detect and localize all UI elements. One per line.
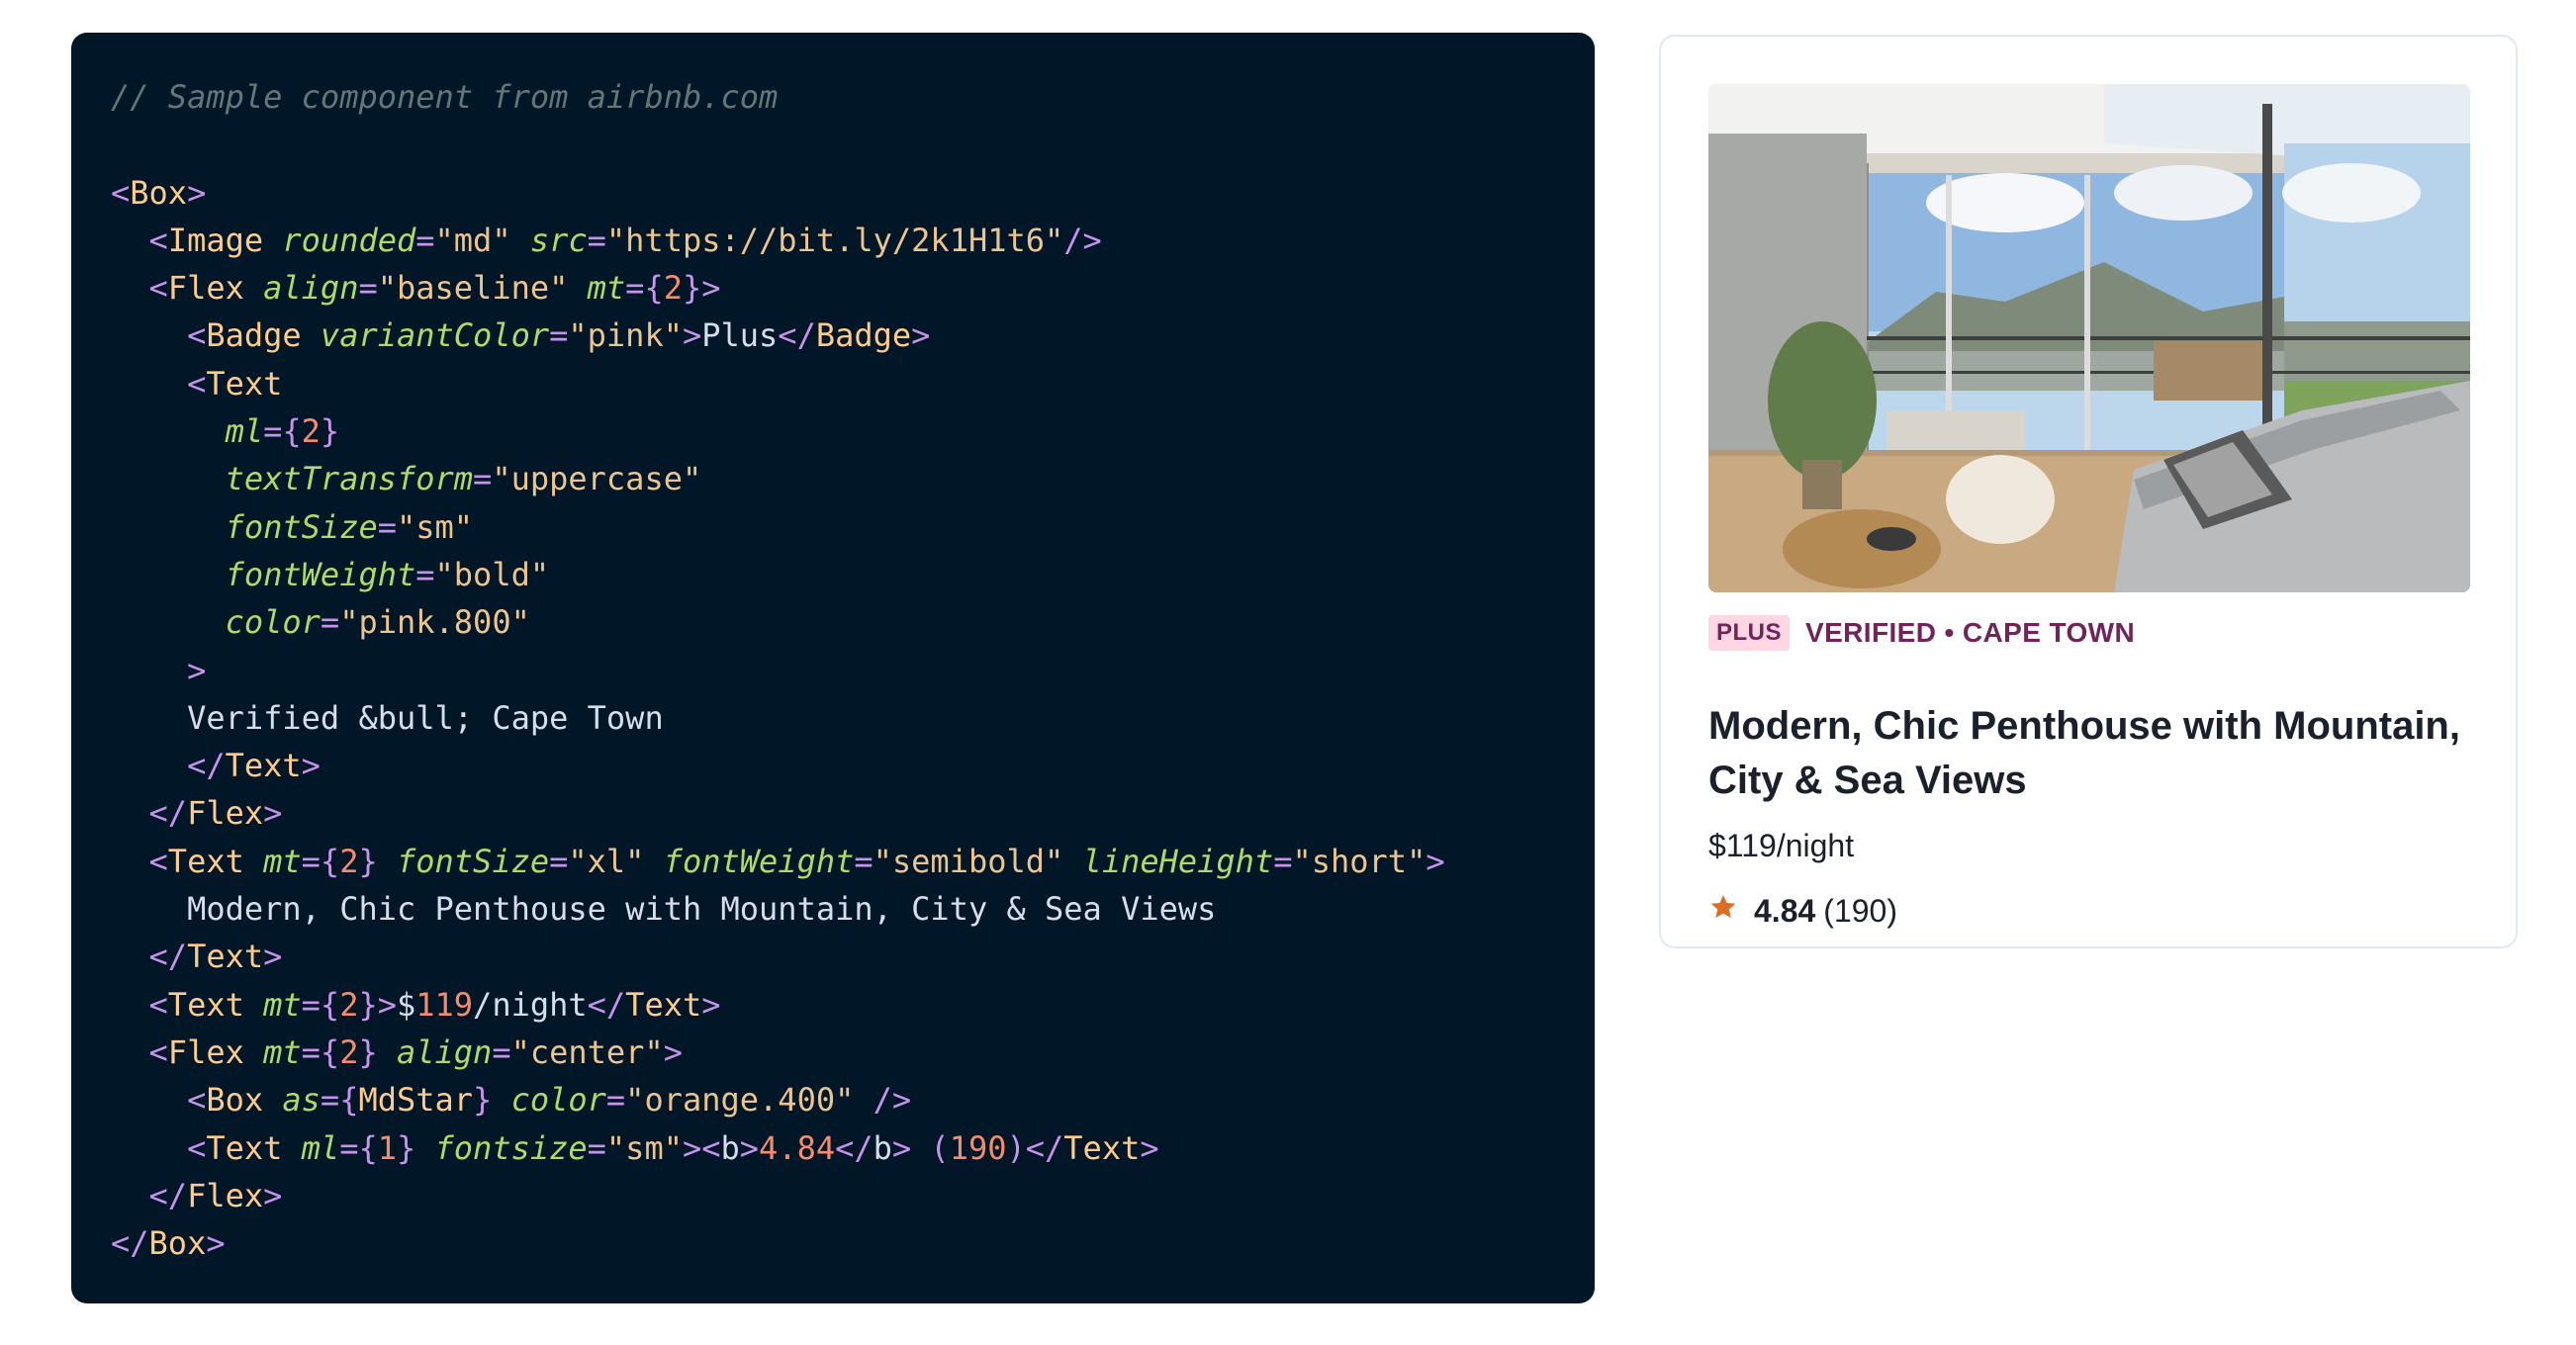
code-line: // Sample component from airbnb.com [111, 73, 1595, 121]
code-line: <Text mt={2}>$119/night</Text> [148, 985, 721, 1024]
code-line: Modern, Chic Penthouse with Mountain, Ci… [111, 885, 1595, 933]
code-line: <Flex mt={2} align="center"> [148, 1032, 683, 1071]
star-icon [1708, 892, 1754, 930]
code-image-src: "https://bit.ly/2k1H1t6" [605, 221, 1064, 259]
code-line: color="pink.800" [225, 603, 530, 642]
code-line: fontWeight="bold" [225, 555, 550, 593]
code-line: <Box> [111, 173, 207, 212]
code-line: fontSize="sm" [225, 507, 474, 546]
listing-rating: 4.84 (190) [1708, 892, 1897, 930]
plus-badge: PLUS [1708, 615, 1791, 651]
code-comment: // Sample component from airbnb.com [111, 78, 779, 116]
code-line: Verified &bull; Cape Town [111, 694, 1595, 742]
listing-title[interactable]: Modern, Chic Penthouse with Mountain, Ci… [1708, 699, 2480, 808]
code-line: <Text mt={2} fontSize="xl" fontWeight="s… [148, 842, 1445, 880]
review-count: (190) [1823, 892, 1897, 929]
code-panel: // Sample component from airbnb.com <Box… [71, 33, 1595, 1303]
rating-value: 4.84 [1754, 892, 1816, 929]
code-line: ml={2} [225, 412, 340, 451]
code-line: > [187, 651, 207, 689]
listing-meta: PLUS VERIFIED • CAPE TOWN [1708, 613, 2135, 653]
code-line: <Text [187, 364, 283, 403]
code-line: <Badge variantColor="pink">Plus</Badge> [187, 316, 931, 355]
code-line: <Flex align="baseline" mt={2}> [148, 269, 721, 308]
code-line: <Image rounded="md" src="https://bit.ly/… [148, 221, 1102, 259]
listing-card[interactable]: PLUS VERIFIED • CAPE TOWN Modern, Chic P… [1659, 35, 2518, 948]
code-text-title: Modern, Chic Penthouse with Mountain, Ci… [187, 890, 1217, 929]
listing-price: $119/night [1708, 828, 1855, 863]
code-line: </Text> [148, 938, 283, 976]
listing-photo [1708, 84, 2470, 592]
code-line: </Flex> [148, 794, 283, 833]
code-line: <Text ml={1} fontsize="sm"><b>4.84</b> (… [187, 1128, 1159, 1167]
code-text-verified: Verified &bull; Cape Town [187, 698, 664, 737]
code-line: </Box> [111, 1224, 226, 1263]
code-block: // Sample component from airbnb.com <Box… [111, 73, 1595, 1267]
code-line: </Flex> [148, 1176, 283, 1214]
listing-location: VERIFIED • CAPE TOWN [1805, 617, 2136, 648]
code-line: <Box as={MdStar} color="orange.400" /> [187, 1081, 912, 1120]
code-line: </Text> [187, 747, 321, 785]
code-line: textTransform="uppercase" [225, 460, 702, 498]
